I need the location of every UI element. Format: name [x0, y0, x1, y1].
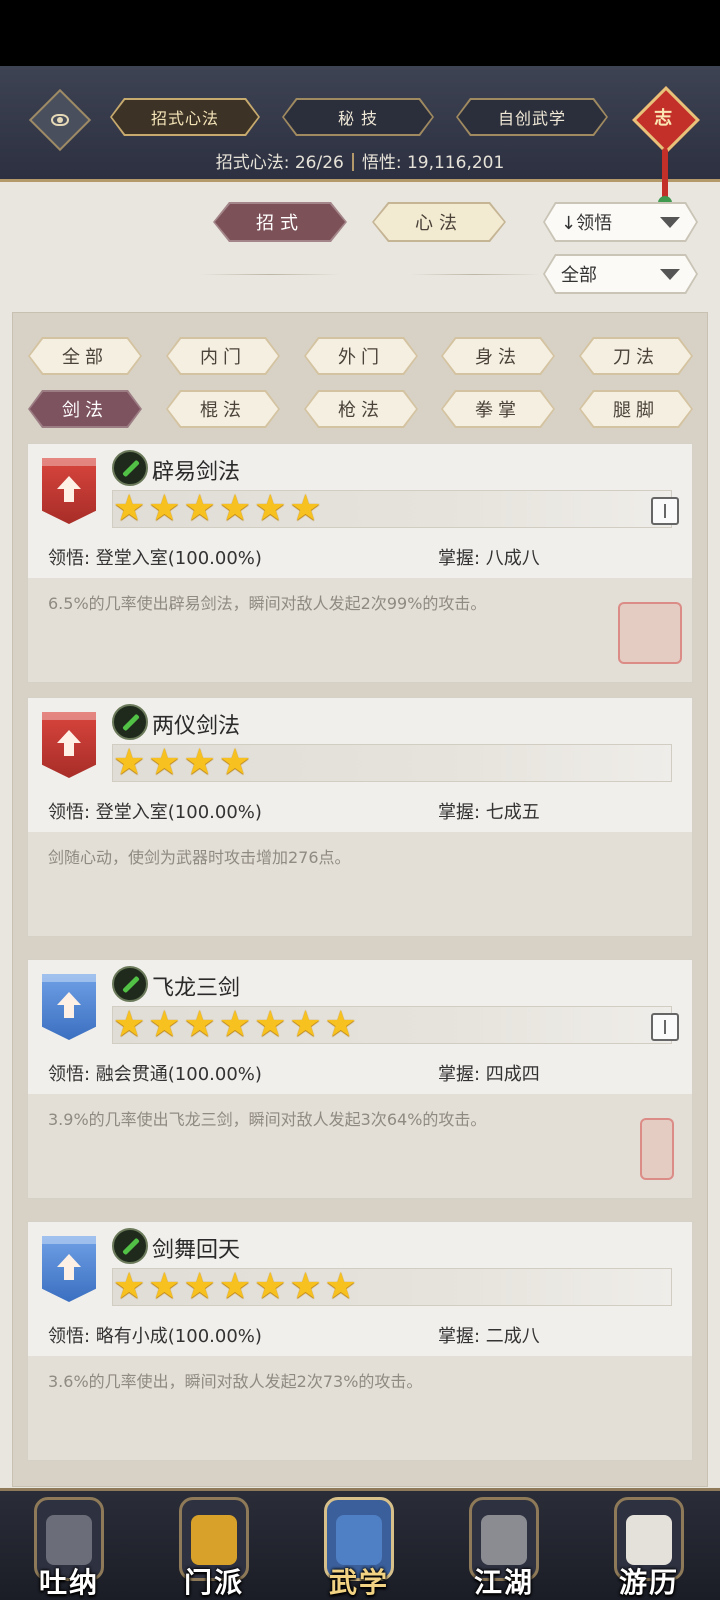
- stars: ★★★★★★: [113, 488, 325, 529]
- rank-up-banner-icon: [42, 458, 96, 524]
- description-area: 3.9%的几率使出飞龙三剑，瞬间对敌人发起3次64%的攻击。: [28, 1094, 692, 1198]
- category-sword[interactable]: 剑法: [28, 390, 142, 428]
- chevron-down-icon: [660, 269, 680, 280]
- skill-detail-icon[interactable]: [651, 497, 679, 525]
- skill-name: 两仪剑法: [152, 714, 241, 739]
- bottom-nav: 吐纳 门派 武学 江湖 游历: [0, 1488, 720, 1600]
- category-all[interactable]: 全部: [28, 337, 142, 375]
- bamboo-hat-icon: [481, 1515, 527, 1565]
- nav-jianghu[interactable]: 江湖: [445, 1485, 563, 1600]
- skill-name: 辟易剑法: [152, 460, 241, 485]
- comprehension-label: 领悟: 略有小成(100.00%): [48, 1326, 262, 1347]
- mastery-label: 掌握: 二成八: [438, 1326, 540, 1347]
- skill-card[interactable]: 飞龙三剑 ★★★★★★★ 领悟: 融会贯通(100.00%) 掌握: 四成四 3…: [27, 959, 693, 1199]
- insight-value: 悟性: 19,116,201: [361, 153, 505, 173]
- stars: ★★★★: [113, 742, 255, 783]
- category-spear[interactable]: 枪法: [304, 390, 418, 428]
- tab-self-created[interactable]: 自创武学: [456, 98, 608, 136]
- comprehension-label: 领悟: 登堂入室(100.00%): [48, 548, 262, 569]
- skill-card[interactable]: 剑舞回天 ★★★★★★★ 领悟: 略有小成(100.00%) 掌握: 二成八 3…: [27, 1221, 693, 1461]
- martial-book-icon: [336, 1515, 382, 1565]
- category-leg-kick[interactable]: 腿脚: [579, 390, 693, 428]
- nav-sect[interactable]: 门派: [155, 1485, 273, 1600]
- stars: ★★★★★★★: [113, 1266, 360, 1307]
- category-outer-school[interactable]: 外门: [304, 337, 418, 375]
- rank-up-banner-icon: [42, 1236, 96, 1302]
- skill-card[interactable]: 辟易剑法 ★★★★★★ 领悟: 登堂入室(100.00%) 掌握: 八成八 6.…: [27, 443, 693, 683]
- mastery-label: 掌握: 八成八: [438, 548, 540, 569]
- rank-up-banner-icon: [42, 712, 96, 778]
- skill-detail-icon[interactable]: [651, 1013, 679, 1041]
- header: 招式心法 秘 技 自创武学 志 招式心法: 26/26 悟性: 19,116,20…: [0, 66, 720, 210]
- rank-up-banner-icon: [42, 974, 96, 1040]
- nav-travel[interactable]: 游历: [590, 1485, 708, 1600]
- divider-ornament: [200, 274, 340, 275]
- sword-skill-icon: [112, 450, 148, 486]
- star-rating: ★★★★★★★: [112, 1006, 672, 1044]
- filter-dropdown[interactable]: 全部: [543, 254, 698, 294]
- chevron-down-icon: [660, 217, 680, 228]
- category-staff[interactable]: 棍法: [166, 390, 280, 428]
- sword-skill-icon: [112, 1228, 148, 1264]
- star-rating: ★★★★: [112, 744, 672, 782]
- sect-flag-icon: [191, 1515, 237, 1565]
- skill-description: 3.9%的几率使出飞龙三剑，瞬间对敌人发起3次64%的攻击。: [48, 1110, 487, 1129]
- skill-description: 3.6%的几率使出，瞬间对敌人发起2次73%的攻击。: [48, 1372, 423, 1391]
- eye-toggle-button[interactable]: [28, 88, 92, 152]
- mastery-label: 掌握: 七成五: [438, 802, 540, 823]
- comprehension-label: 领悟: 融会贯通(100.00%): [48, 1064, 262, 1085]
- skill-name: 剑舞回天: [152, 1238, 241, 1263]
- category-fist-palm[interactable]: 拳掌: [441, 390, 555, 428]
- skill-description: 6.5%的几率使出辟易剑法，瞬间对敌人发起2次99%的攻击。: [48, 594, 487, 613]
- description-area: 剑随心动，使剑为武器时攻击增加276点。: [28, 832, 692, 936]
- tab-moves-arts[interactable]: 招式心法: [110, 98, 260, 136]
- meditating-figure-icon: [46, 1515, 92, 1565]
- tab-secret-skills[interactable]: 秘 技: [282, 98, 434, 136]
- stars: ★★★★★★★: [113, 1004, 360, 1045]
- arts-count: 招式心法: 26/26: [215, 153, 344, 173]
- knot-ornament-button[interactable]: 志: [632, 86, 700, 154]
- eye-icon: [51, 114, 69, 126]
- nav-martial-arts[interactable]: 武学: [300, 1485, 418, 1600]
- sword-skill-icon: [112, 704, 148, 740]
- divider-ornament: [410, 274, 540, 275]
- skill-description: 剑随心动，使剑为武器时攻击增加276点。: [48, 848, 351, 867]
- subtab-inner-arts[interactable]: 心法: [372, 202, 506, 242]
- skill-card[interactable]: 两仪剑法 ★★★★ 领悟: 登堂入室(100.00%) 掌握: 七成五 剑随心动…: [27, 697, 693, 937]
- stats-line: 招式心法: 26/26 悟性: 19,116,201: [0, 148, 720, 173]
- category-blade[interactable]: 刀法: [579, 337, 693, 375]
- seal-stamp-icon: [618, 602, 682, 664]
- knot-icon-text: 志: [654, 108, 673, 130]
- horse-icon: [626, 1515, 672, 1565]
- star-rating: ★★★★★★: [112, 490, 672, 528]
- seal-stamp-icon: [640, 1118, 674, 1180]
- sort-dropdown[interactable]: ↓领悟: [543, 202, 698, 242]
- nav-breathing[interactable]: 吐纳: [10, 1485, 128, 1600]
- skill-name: 飞龙三剑: [152, 976, 241, 1001]
- sword-skill-icon: [112, 966, 148, 1002]
- category-inner-school[interactable]: 内门: [166, 337, 280, 375]
- status-bar: [0, 0, 720, 66]
- subtab-moves[interactable]: 招式: [213, 202, 347, 242]
- star-rating: ★★★★★★★: [112, 1268, 672, 1306]
- comprehension-label: 领悟: 登堂入室(100.00%): [48, 802, 262, 823]
- mastery-label: 掌握: 四成四: [438, 1064, 540, 1085]
- stats-divider: [351, 153, 354, 171]
- category-movement[interactable]: 身法: [441, 337, 555, 375]
- description-area: 3.6%的几率使出，瞬间对敌人发起2次73%的攻击。: [28, 1356, 692, 1460]
- description-area: 6.5%的几率使出辟易剑法，瞬间对敌人发起2次99%的攻击。: [28, 578, 692, 682]
